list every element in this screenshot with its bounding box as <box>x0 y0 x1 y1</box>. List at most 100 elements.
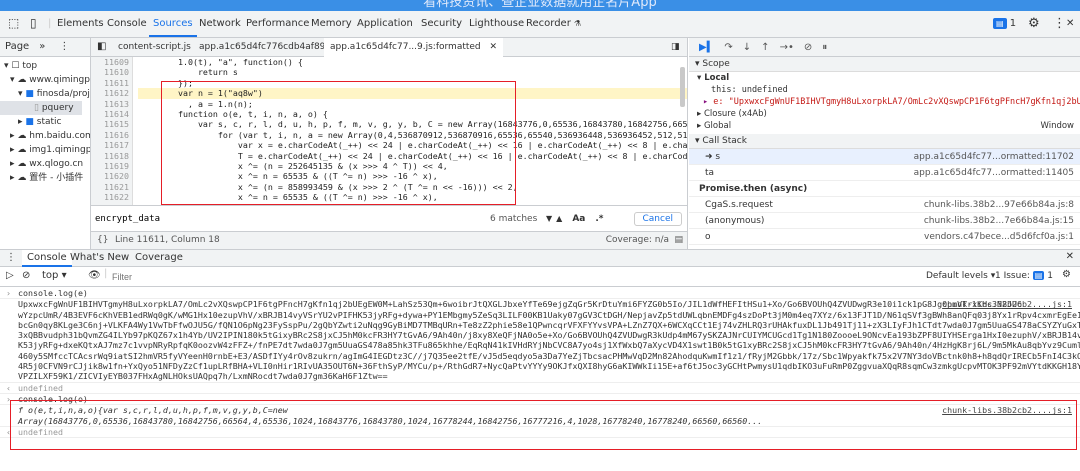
page-banner: 看科技资讯、查企业数据就用企名片App <box>0 0 1080 11</box>
drawer-tab-coverage[interactable]: Coverage <box>135 250 183 266</box>
tab-console[interactable]: Console <box>107 11 147 37</box>
frame-location[interactable]: chunk-libs.38b2...97e66b84a.js:8 <box>924 197 1074 212</box>
more-options-icon[interactable]: ⋮ <box>1053 11 1066 37</box>
line-gutter: 11609 11610 11611 11612 11613 11614 11615 11616… <box>91 57 133 205</box>
line-number[interactable]: 11616 <box>91 130 129 140</box>
more-tabs-icon[interactable]: » <box>39 38 45 56</box>
tab-network[interactable]: Network <box>199 11 241 37</box>
match-case-button[interactable]: Aa <box>572 214 585 224</box>
tab-application[interactable]: Application <box>357 11 413 37</box>
tab-recorder[interactable]: Recorder <box>526 11 571 37</box>
find-cancel-button[interactable]: Cancel <box>633 211 682 226</box>
frame-location[interactable]: vendors.c47bece...d5d6fcf0a.js:1 <box>924 229 1074 244</box>
line-number[interactable]: 11618 <box>91 151 129 161</box>
deactivate-breakpoints-icon[interactable]: ⊘ <box>804 42 812 53</box>
tree-item-static[interactable]: ▸ ■ static <box>0 115 90 129</box>
line-number[interactable]: 11620 <box>91 171 129 181</box>
line-number[interactable]: 11613 <box>91 99 129 109</box>
line-number[interactable]: 11615 <box>91 119 129 129</box>
coverage-icon[interactable]: ▤ <box>674 232 683 249</box>
console-issues-button[interactable]: 1 Issue: ▤ 1 <box>995 271 1053 281</box>
live-expression-icon[interactable]: 👁 <box>88 270 101 281</box>
navigator-tab-page[interactable]: Page <box>5 38 29 56</box>
pretty-print-icon[interactable]: {} <box>97 232 108 249</box>
line-number[interactable]: 11617 <box>91 140 129 150</box>
console-message: ‹ undefined <box>0 383 1080 394</box>
resume-icon[interactable]: ▶▍ <box>699 42 714 53</box>
frame-location[interactable]: chunk-libs.38b2...7e66b84a.js:15 <box>924 213 1074 228</box>
clear-console-icon[interactable]: ⊘ <box>22 270 30 281</box>
line-number[interactable]: 11619 <box>91 161 129 171</box>
callstack-frame[interactable]: (anonymous) chunk-libs.38b2...7e66b84a.js… <box>689 213 1080 229</box>
callstack-frame[interactable]: ta app.a1c65d4fc77...ormatted:11405 <box>689 165 1080 181</box>
regex-button[interactable]: .* <box>595 214 603 224</box>
callstack-frame[interactable]: Promise.then (async) <box>689 181 1080 197</box>
issues-button[interactable]: ▤ 1 <box>993 11 1016 37</box>
callstack-frame[interactable]: CgaS.s.request chunk-libs.38b2...97e66b84… <box>689 197 1080 213</box>
gear-icon[interactable]: ⚙ <box>1028 11 1040 37</box>
tab-elements[interactable]: Elements <box>57 11 104 37</box>
line-number[interactable]: 11611 <box>91 78 129 88</box>
step-over-icon[interactable]: ↷ <box>724 42 732 53</box>
tab-sources[interactable]: Sources <box>149 11 197 37</box>
tree-item-extension[interactable]: ▸ ☁ 置件 - 小插件 <box>0 171 90 185</box>
sidebar-toggle-icon[interactable]: ▷ <box>6 270 14 281</box>
editor-tab-content-script[interactable]: content-script.js <box>118 38 191 56</box>
drawer-tab-console[interactable]: Console <box>22 250 72 267</box>
frame-location[interactable]: app.a1c65d4fc77...ormatted:11702 <box>914 149 1074 164</box>
scope-global[interactable]: ▸ Global Window <box>689 120 1080 132</box>
device-toolbar-icon[interactable]: ▯ <box>30 10 37 36</box>
tab-lighthouse[interactable]: Lighthouse <box>469 11 524 37</box>
tree-item-domain[interactable]: ▾ ☁ www.qimingpia <box>0 73 90 87</box>
tree-item-folder[interactable]: ▾ ■ finosda/proje <box>0 87 90 101</box>
console-toolbar: ▷ ⊘ top ▾ 👁 | Default levels ▾ 1 Issue: … <box>0 267 1080 287</box>
tree-item-domain[interactable]: ▸ ☁ hm.baidu.com <box>0 129 90 143</box>
line-number[interactable]: 11609 <box>91 57 129 67</box>
tree-item-file[interactable]: ▯ pquery <box>0 101 82 115</box>
tab-security[interactable]: Security <box>421 11 462 37</box>
find-input[interactable] <box>95 209 490 228</box>
line-number[interactable]: 11614 <box>91 109 129 119</box>
scope-local[interactable]: ▾ Local <box>689 72 1080 84</box>
navigator-more-icon[interactable]: ⋮ <box>59 38 69 56</box>
tree-item-domain[interactable]: ▸ ☁ wx.qlogo.cn <box>0 157 90 171</box>
code-scrollbar[interactable] <box>680 67 685 107</box>
editor-tab-app-formatted[interactable]: app.a1c65d4fc77...9.js:formatted ✕ <box>324 38 504 57</box>
find-next-icon[interactable]: ▼ <box>546 214 552 223</box>
line-number[interactable]: 11612 <box>91 88 129 98</box>
line-number[interactable]: 11621 <box>91 182 129 192</box>
close-tab-icon[interactable]: ✕ <box>490 42 498 52</box>
callstack-frame[interactable]: ➜ s app.a1c65d4fc77...ormatted:11702 <box>689 149 1080 165</box>
scope-section-header[interactable]: ▾ Scope <box>689 57 1080 72</box>
tree-item-domain[interactable]: ▸ ☁ img1.qimingpia <box>0 143 90 157</box>
step-into-icon[interactable]: ↓ <box>743 42 751 53</box>
step-out-icon[interactable]: ↑ <box>761 42 769 53</box>
line-number[interactable]: 11622 <box>91 192 129 202</box>
console-source-link[interactable]: chunk-libs.38b2cb2....js:1 <box>942 299 1072 309</box>
log-levels-dropdown[interactable]: Default levels ▾ <box>926 271 995 281</box>
tab-performance[interactable]: Performance <box>246 11 309 37</box>
editor-tab-app[interactable]: app.a1c65d4fc776cdb4af89.js <box>199 38 335 56</box>
scope-closure[interactable]: ▸ Closure (x4Ab) <box>689 108 1080 120</box>
inspect-element-icon[interactable]: ⬚ <box>8 10 19 36</box>
pause-exceptions-icon[interactable]: ⏸ <box>822 42 827 53</box>
console-settings-icon[interactable]: ⚙ <box>1062 269 1071 280</box>
close-devtools-icon[interactable]: ✕ <box>1066 11 1074 37</box>
scope-e[interactable]: ▸ e: "UpxwxcFgWnUF1BIHVTgmyH8uLxorpkLA7/… <box>689 96 1080 108</box>
context-selector[interactable]: top ▾ <box>42 270 67 281</box>
frame-location[interactable]: app.a1c65d4fc77...ormatted:11405 <box>914 165 1074 180</box>
issues-count: 1 <box>1009 18 1017 29</box>
console-filter-input[interactable] <box>112 269 812 284</box>
line-number[interactable]: 11610 <box>91 67 129 77</box>
callstack-frame[interactable]: o vendors.c47bece...d5d6fcf0a.js:1 <box>689 229 1080 245</box>
tab-memory[interactable]: Memory <box>311 11 352 37</box>
step-icon[interactable]: →• <box>780 42 794 53</box>
find-prev-icon[interactable]: ▲ <box>556 214 562 223</box>
callstack-section-header[interactable]: ▾ Call Stack <box>689 134 1080 149</box>
drawer-tab-whats-new[interactable]: What's New <box>70 250 129 266</box>
tree-item-top[interactable]: ▾ ☐ top <box>0 59 90 73</box>
toggle-debugger-icon[interactable]: ◨ <box>671 38 680 56</box>
close-drawer-icon[interactable]: ✕ <box>1066 251 1074 262</box>
toggle-navigator-icon[interactable]: ◧ <box>97 38 106 56</box>
drawer-menu-icon[interactable]: ⋮ <box>6 252 16 263</box>
